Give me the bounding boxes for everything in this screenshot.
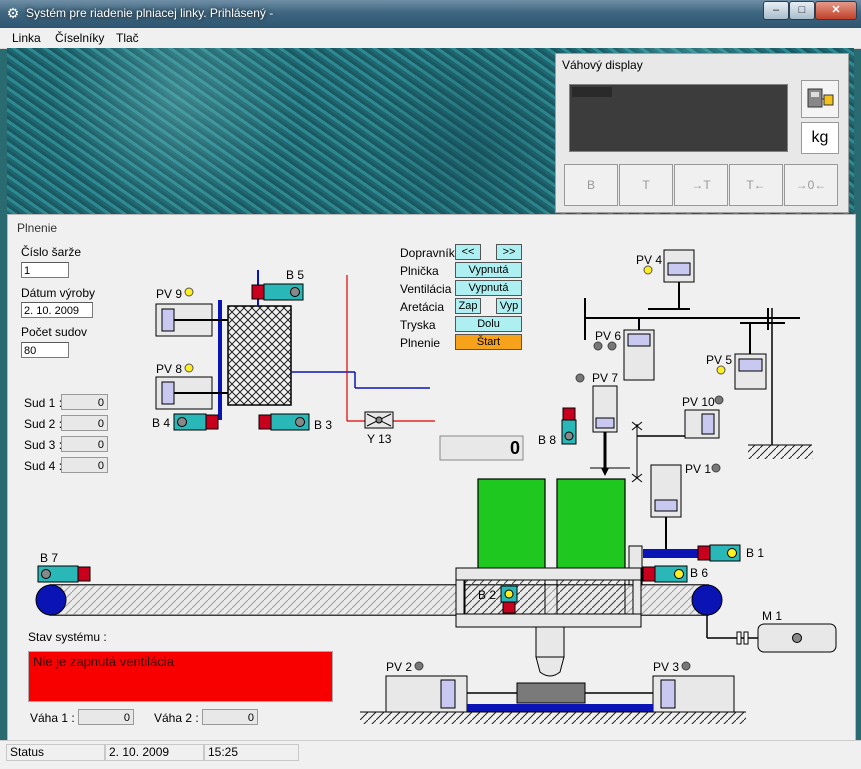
barrel-1 <box>477 478 546 571</box>
b7-label: B 7 <box>40 551 59 565</box>
pv7-nozzle <box>592 385 618 476</box>
scale1-label: Váha 1 : <box>30 711 75 725</box>
b4-label: B 4 <box>152 416 171 430</box>
filler-toggle-button[interactable]: Vypnutá <box>455 262 522 278</box>
pv10-label: PV 10 <box>682 395 715 409</box>
weighing-platform <box>455 567 642 677</box>
status-time: 15:25 <box>204 744 299 761</box>
pv4-label: PV 4 <box>636 253 663 267</box>
pv5-label: PV 5 <box>706 353 733 367</box>
b4-sensor <box>173 413 219 431</box>
pv8-label: PV 8 <box>156 362 183 376</box>
pv6-indicator-1 <box>593 341 603 351</box>
barrel-3-value: 0 <box>61 436 108 452</box>
b8-label: B 8 <box>538 433 557 447</box>
b6-sensor <box>642 565 688 583</box>
pv6-cylinder <box>623 318 655 381</box>
status-date: 2. 10. 2009 <box>105 744 204 761</box>
pv10-cylinder <box>684 409 720 439</box>
barrels-count-label: Počet sudov <box>21 325 88 339</box>
b7-sensor <box>37 565 91 583</box>
nozzle-down-button[interactable]: Dolu <box>455 316 522 332</box>
system-state-message: Nie je zapnutá ventilácia <box>33 654 174 669</box>
locking-label: Aretácia <box>400 300 445 314</box>
pv3-indicator <box>681 661 691 671</box>
pv1-indicator <box>711 463 721 473</box>
barrel-4-value: 0 <box>61 457 108 473</box>
pv9-cylinder <box>155 303 228 337</box>
pv5-cylinder <box>734 323 767 390</box>
filler-label: Plnička <box>400 264 439 278</box>
hopper <box>227 305 292 406</box>
conveyor-label: Dopravník <box>400 246 455 260</box>
barrel-2-value: 0 <box>61 415 108 431</box>
pv6-label: PV 6 <box>595 329 622 343</box>
barrel-4-label: Sud 4 : <box>24 459 63 473</box>
b8-sensor <box>561 407 577 445</box>
pv2-indicator <box>414 661 424 671</box>
pv1-label: PV 1 <box>685 462 712 476</box>
filling-label: Plnenie <box>400 336 441 350</box>
pv9-label: PV 9 <box>156 287 183 301</box>
locking-on-button[interactable]: Zap <box>455 298 481 314</box>
pv8-cylinder <box>155 376 228 410</box>
b5-sensor <box>251 283 304 301</box>
conveyor-forward-button[interactable]: >> <box>496 244 522 260</box>
pv8-indicator <box>184 363 194 373</box>
m1-label: M 1 <box>762 609 783 623</box>
pv4-cylinder <box>663 249 695 309</box>
b3-label: B 3 <box>314 418 333 432</box>
y13-label: Y 13 <box>367 432 392 446</box>
counter-value: 0 <box>509 438 520 458</box>
b2-sensor <box>500 585 518 614</box>
b1-sensor <box>697 544 741 562</box>
barrel-3-label: Sud 3 : <box>24 438 63 452</box>
pv7-label: PV 7 <box>592 371 619 385</box>
b5-label: B 5 <box>286 268 305 282</box>
barrel-1-label: Sud 1 : <box>24 396 63 410</box>
ventilation-label: Ventilácia <box>400 282 452 296</box>
barrel-2 <box>556 478 626 571</box>
pv7-indicator <box>575 373 585 383</box>
system-state-label: Stav systému : <box>28 630 107 644</box>
pv2-label: PV 2 <box>386 660 413 674</box>
b3-sensor <box>258 413 310 431</box>
barrel-2-label: Sud 2 : <box>24 417 63 431</box>
scale2-label: Váha 2 : <box>154 711 199 725</box>
ventilation-toggle-button[interactable]: Vypnutá <box>455 280 522 296</box>
b1-label: B 1 <box>746 546 765 560</box>
conveyor-back-button[interactable]: << <box>455 244 481 260</box>
lifting-mechanism <box>360 675 746 724</box>
filling-start-button[interactable]: Štart <box>455 334 522 350</box>
scale1-value: 0 <box>78 709 134 725</box>
pv1-cylinder <box>650 464 682 555</box>
barrel-1-value: 0 <box>61 394 108 410</box>
pv9-indicator <box>184 287 194 297</box>
date-label: Dátum výroby <box>21 286 96 300</box>
batch-label: Číslo šarže <box>21 245 82 259</box>
status-bar: Status 2. 10. 2009 15:25 <box>0 740 861 769</box>
barrels-count-input[interactable]: 80 <box>21 342 69 358</box>
batch-input[interactable]: 1 <box>21 262 69 278</box>
b2-label: B 2 <box>478 588 497 602</box>
status-text: Status <box>6 744 105 761</box>
pv5-indicator <box>716 365 726 375</box>
nozzle-label: Tryska <box>400 318 436 332</box>
scale2-value: 0 <box>202 709 258 725</box>
locking-off-button[interactable]: Vyp <box>496 298 522 314</box>
b6-label: B 6 <box>690 566 709 580</box>
pv6-indicator-2 <box>607 341 617 351</box>
pv10-indicator <box>714 395 724 405</box>
y13-valve <box>364 411 394 429</box>
date-input[interactable]: 2. 10. 2009 <box>21 302 93 318</box>
pv3-label: PV 3 <box>653 660 680 674</box>
system-state-box: Nie je zapnutá ventilácia <box>28 651 333 702</box>
pv4-indicator <box>643 265 653 275</box>
